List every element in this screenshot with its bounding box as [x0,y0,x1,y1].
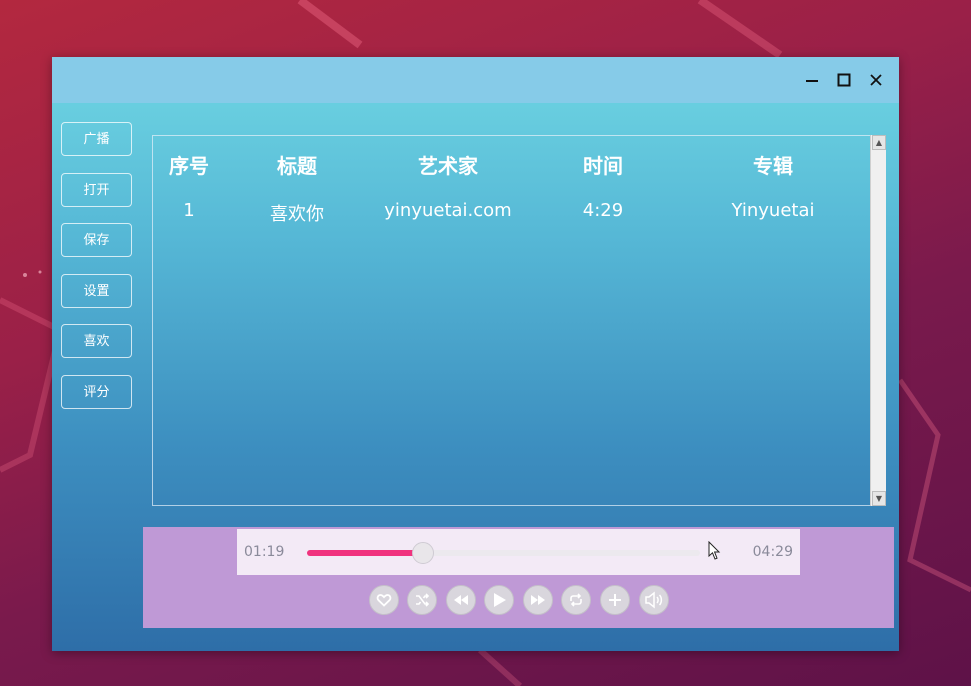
sidebar-item-rating[interactable]: 评分 [61,375,132,409]
progress-fill [307,550,423,556]
sidebar-item-favorite[interactable]: 喜欢 [61,324,132,358]
cell-index: 1 [183,200,195,221]
rewind-icon [454,595,468,605]
sidebar-item-broadcast[interactable]: 广播 [61,122,132,156]
title-bar [52,57,899,103]
close-icon [870,74,882,86]
minimize-button[interactable] [801,69,823,91]
volume-button[interactable] [639,585,669,615]
total-time: 04:29 [752,544,793,560]
add-button[interactable] [600,585,630,615]
close-button[interactable] [865,69,887,91]
sidebar-item-open[interactable]: 打开 [61,173,132,207]
maximize-button[interactable] [833,69,855,91]
sidebar-item-label: 设置 [83,284,110,299]
play-icon [494,593,506,607]
mouse-cursor-icon [708,541,721,560]
music-player-window: 广播 打开 保存 设置 喜欢 评分 序号 标题 艺术家 时间 专辑 1 喜欢你 … [52,57,899,651]
fast-forward-icon [531,595,545,605]
play-button[interactable] [484,585,514,615]
shuffle-icon [416,593,430,607]
column-header-index[interactable]: 序号 [155,150,223,179]
sidebar-item-label: 保存 [83,233,110,248]
column-header-artist[interactable]: 艺术家 [383,150,513,179]
column-header-album[interactable]: 专辑 [713,150,833,179]
progress-slider[interactable] [307,542,700,564]
column-header-duration[interactable]: 时间 [558,150,648,179]
scroll-up-arrow[interactable]: ▲ [872,135,886,150]
column-header-title[interactable]: 标题 [257,150,337,179]
favorite-button[interactable] [369,585,399,615]
cell-title: 喜欢你 [270,204,324,225]
cell-duration: 4:29 [582,200,624,221]
progress-handle[interactable] [411,542,434,564]
vertical-scrollbar[interactable]: ▲ ▼ [870,135,886,506]
heart-icon [376,594,392,607]
volume-icon [645,591,663,609]
player-controls-panel: 01:19 04:29 [143,527,894,628]
add-icon [609,594,621,606]
elapsed-time: 01:19 [244,544,285,560]
sidebar-item-save[interactable]: 保存 [61,223,132,257]
rewind-button[interactable] [446,585,476,615]
maximize-icon [837,73,851,87]
sidebar-item-label: 评分 [83,385,110,400]
sidebar-item-label: 喜欢 [83,334,110,349]
repeat-icon [570,593,582,607]
sidebar-item-label: 打开 [83,183,110,198]
minimize-icon [806,80,818,82]
sidebar-item-settings[interactable]: 设置 [61,274,132,308]
sidebar-item-label: 广播 [83,132,110,147]
fast-forward-button[interactable] [523,585,553,615]
playlist-table: 序号 标题 艺术家 时间 专辑 1 喜欢你 yinyuetai.com 4:29… [152,135,886,506]
cell-album: Yinyuetai [731,200,815,221]
cell-artist: yinyuetai.com [384,200,512,221]
repeat-button[interactable] [561,585,591,615]
scroll-down-arrow[interactable]: ▼ [872,491,886,506]
shuffle-button[interactable] [407,585,437,615]
